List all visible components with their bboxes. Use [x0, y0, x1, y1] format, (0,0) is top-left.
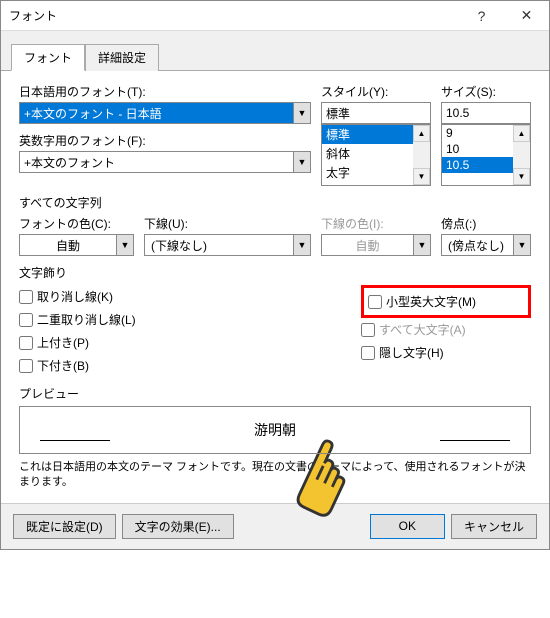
scroll-down-icon[interactable]: ▼: [413, 168, 430, 185]
titlebar: フォント ? ✕: [1, 1, 549, 31]
superscript-check[interactable]: 上付き(P): [19, 334, 351, 351]
dropdown-icon: ▼: [413, 234, 431, 256]
tab-advanced[interactable]: 詳細設定: [85, 44, 159, 71]
style-input[interactable]: [321, 102, 431, 124]
jp-font-label: 日本語用のフォント(T):: [19, 83, 311, 100]
en-font-label: 英数字用のフォント(F):: [19, 132, 311, 149]
dropdown-icon[interactable]: ▼: [293, 151, 311, 173]
list-item[interactable]: 標準: [322, 125, 413, 144]
scrollbar[interactable]: ▲ ▼: [513, 125, 530, 185]
allcaps-check[interactable]: すべて大文字(A): [361, 321, 531, 338]
en-font-combo[interactable]: ▼: [19, 151, 311, 173]
size-label: サイズ(S):: [441, 83, 531, 100]
style-label: スタイル(Y):: [321, 83, 431, 100]
jp-font-input[interactable]: [19, 102, 293, 124]
en-font-input[interactable]: [19, 151, 293, 173]
smallcaps-check[interactable]: 小型英大文字(M): [368, 293, 524, 310]
strike-check[interactable]: 取り消し線(K): [19, 288, 351, 305]
scroll-up-icon[interactable]: ▲: [413, 125, 430, 142]
dstrike-check[interactable]: 二重取り消し線(L): [19, 311, 351, 328]
list-item[interactable]: 10.5: [442, 157, 513, 173]
text-effects-button[interactable]: 文字の効果(E)...: [122, 514, 234, 539]
decoration-label: 文字飾り: [19, 264, 531, 281]
preview-text: 游明朝: [254, 420, 296, 440]
scroll-up-icon[interactable]: ▲: [513, 125, 530, 142]
scroll-down-icon[interactable]: ▼: [513, 168, 530, 185]
size-input[interactable]: [441, 102, 531, 124]
subscript-check[interactable]: 下付き(B): [19, 357, 351, 374]
scrollbar[interactable]: ▲ ▼: [413, 125, 430, 185]
emphasis-combo[interactable]: (傍点なし) ▼: [441, 234, 531, 256]
font-color-combo[interactable]: 自動 ▼: [19, 234, 134, 256]
size-listbox[interactable]: 9 10 10.5 ▲ ▼: [441, 124, 531, 186]
cancel-button[interactable]: キャンセル: [451, 514, 537, 539]
underline-color-combo: 自動 ▼: [321, 234, 431, 256]
style-listbox[interactable]: 標準 斜体 太字 ▲ ▼: [321, 124, 431, 186]
tab-font[interactable]: フォント: [11, 44, 85, 71]
font-dialog: フォント ? ✕ フォント 詳細設定 日本語用のフォント(T): ▼ 英数字用の…: [0, 0, 550, 550]
emphasis-label: 傍点(:): [441, 215, 531, 232]
list-item[interactable]: 10: [442, 141, 513, 157]
font-color-label: フォントの色(C):: [19, 215, 134, 232]
help-button[interactable]: ?: [459, 1, 504, 31]
dialog-title: フォント: [1, 7, 459, 24]
ok-button[interactable]: OK: [370, 514, 445, 539]
underline-label: 下線(U):: [144, 215, 311, 232]
tab-strip: フォント 詳細設定: [1, 31, 549, 71]
preview-label: プレビュー: [19, 385, 531, 402]
dialog-footer: 既定に設定(D) 文字の効果(E)... OK キャンセル: [1, 503, 549, 549]
dropdown-icon[interactable]: ▼: [293, 102, 311, 124]
dropdown-icon[interactable]: ▼: [293, 234, 311, 256]
list-item[interactable]: 斜体: [322, 144, 413, 163]
set-default-button[interactable]: 既定に設定(D): [13, 514, 116, 539]
preview-description: これは日本語用の本文のテーマ フォントです。現在の文書のテーマによって、使用され…: [19, 460, 531, 491]
all-text-label: すべての文字列: [19, 194, 531, 211]
dialog-content: 日本語用のフォント(T): ▼ 英数字用のフォント(F): ▼ スタイル(Y):…: [1, 71, 549, 503]
jp-font-combo[interactable]: ▼: [19, 102, 311, 124]
dropdown-icon[interactable]: ▼: [513, 234, 531, 256]
preview-box: 游明朝: [19, 406, 531, 454]
underline-color-label: 下線の色(I):: [321, 215, 431, 232]
dropdown-icon[interactable]: ▼: [116, 234, 134, 256]
underline-combo[interactable]: (下線なし) ▼: [144, 234, 311, 256]
list-item[interactable]: 9: [442, 125, 513, 141]
hidden-check[interactable]: 隠し文字(H): [361, 344, 531, 361]
list-item[interactable]: 太字: [322, 163, 413, 182]
close-button[interactable]: ✕: [504, 1, 549, 31]
smallcaps-highlight: 小型英大文字(M): [361, 285, 531, 318]
